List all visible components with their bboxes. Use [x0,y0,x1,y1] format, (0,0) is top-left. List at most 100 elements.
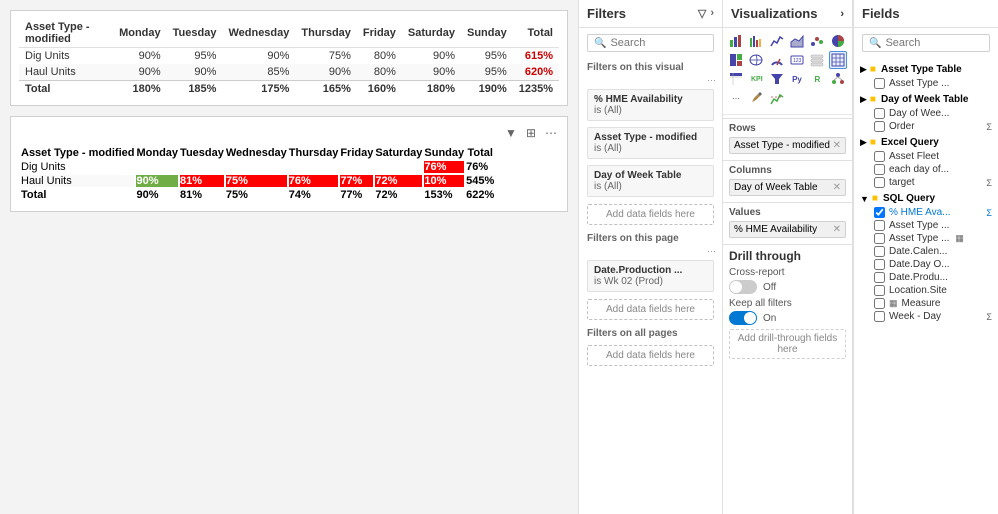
field-item-assetfleet: Asset Fleet [854,150,998,163]
add-data-fields-page[interactable]: Add data fields here [587,299,714,320]
viz-kpi-icon[interactable]: KPI [747,70,765,88]
viz-line-chart-icon[interactable] [768,32,786,50]
filter-item-dayofweek[interactable]: Day of Week Table is (All) [587,165,714,197]
expand-icon: ▶ [860,64,867,75]
fields-search-input[interactable] [885,37,983,49]
field-group-excel: ▶ ■ Excel Query Asset Fleet each day of.… [854,135,998,189]
field-locationsite-checkbox[interactable] [874,285,885,296]
keep-filters-label: Keep all filters [729,298,846,309]
viz-funnel-icon[interactable] [768,70,786,88]
filter-assettype-value: is (All) [594,143,707,154]
cross-report-toggle-row: Off [729,280,846,294]
filters-search-box[interactable]: 🔍 [587,34,714,52]
field-datecalen-checkbox[interactable] [874,246,885,257]
field-group-sql-header[interactable]: ▼ ■ SQL Query [854,191,998,206]
filter-item-hme[interactable]: % HME Availability is (All) [587,89,714,121]
filter-page-menu[interactable]: ⋯ [579,246,722,257]
keep-filters-toggle[interactable] [729,311,757,325]
field-eachdayof-checkbox[interactable] [874,164,885,175]
table2-panel: ▼ ⊞ ⋯ Asset Type - modified Monday Tuesd… [10,116,568,212]
viz-values-field-pill[interactable]: % HME Availability ✕ [729,221,846,238]
values-field-remove-icon[interactable]: ✕ [833,224,841,235]
filter-clear-icon[interactable]: ▽ [698,7,706,20]
viz-pie-icon[interactable] [829,32,847,50]
viz-rows-field-pill[interactable]: Asset Type - modified ✕ [729,137,846,154]
field-group-excel-header[interactable]: ▶ ■ Excel Query [854,135,998,150]
field-sqlassettype2-checkbox[interactable] [874,233,885,244]
viz-header: Visualizations › [723,0,852,28]
viz-format-icon[interactable] [747,89,765,107]
fields-search-box[interactable]: 🔍 [862,34,990,52]
add-data-fields-visual[interactable]: Add data fields here [587,204,714,225]
filter-expand-icon[interactable]: › [710,7,714,20]
field-sqlassettype1-checkbox[interactable] [874,220,885,231]
total-row: Total 180% 185% 175% 165% 160% 180% 190%… [19,81,559,98]
cell: 90% [402,48,461,65]
cell [289,161,339,173]
col-tuesday: Tuesday [167,19,223,48]
filter-hme-value: is (All) [594,105,707,116]
viz-rows-section: Rows Asset Type - modified ✕ [723,118,852,160]
cell: 90% [222,48,295,65]
viz-expand-icon[interactable]: › [840,8,844,20]
filter-dateprod-value: is Wk 02 (Prod) [594,276,707,287]
add-drill-fields[interactable]: Add drill-through fields here [729,329,846,359]
filters-on-page-label: Filters on this page [579,229,722,246]
filter-section-menu[interactable]: ⋯ [579,75,722,86]
field-hmeavail-label: % HME Ava... [889,207,951,218]
more-icon[interactable]: ⋯ [543,125,559,141]
field-datedayo-checkbox[interactable] [874,259,885,270]
viz-decomp-icon[interactable] [829,70,847,88]
field-dayofweek-checkbox[interactable] [874,108,885,119]
search-icon: 🔍 [594,38,606,49]
viz-analytics-icon[interactable] [768,89,786,107]
fit-icon[interactable]: ⊞ [523,125,539,141]
viz-map-icon[interactable] [747,51,765,69]
viz-slicer-icon[interactable] [808,51,826,69]
rows-field-remove-icon[interactable]: ✕ [833,140,841,151]
field-group-dayofweek-header[interactable]: ▶ ■ Day of Week Table [854,92,998,107]
viz-gauge-icon[interactable] [768,51,786,69]
field-assetfleet-checkbox[interactable] [874,151,885,162]
viz-card-icon[interactable]: 123 [788,51,806,69]
field-target-checkbox[interactable] [874,177,885,188]
viz-columns-field-label: Day of Week Table [734,182,818,193]
filter-item-asset-type[interactable]: Asset Type - modified is (All) [587,127,714,159]
field-order-checkbox[interactable] [874,121,885,132]
viz-clustered-bar-icon[interactable] [747,32,765,50]
viz-treemap-icon[interactable] [727,51,745,69]
viz-rows-label: Rows [729,123,846,134]
viz-more-icon[interactable]: ⋯ [727,89,745,107]
viz-scatter-icon[interactable] [808,32,826,50]
field-datedayo-label: Date.Day O... [889,259,950,270]
viz-table-icon[interactable] [829,51,847,69]
viz-bar-chart-icon[interactable] [727,32,745,50]
field-group-assettype-header[interactable]: ▶ ■ Asset Type Table [854,62,998,77]
table-row: Dig Units 90% 95% 90% 75% 80% 90% 95% 61… [19,48,559,65]
cell: 90% [113,64,167,81]
keep-filters-toggle-row: On [729,311,846,325]
cell [226,161,287,173]
columns-field-remove-icon[interactable]: ✕ [833,182,841,193]
col-thursday: Thursday [295,19,357,48]
field-dateprodu-checkbox[interactable] [874,272,885,283]
cell: 77% [340,189,373,201]
field-weekday-checkbox[interactable] [874,311,885,322]
table-icon: ■ [870,64,876,75]
viz-python-icon[interactable]: Py [788,70,806,88]
viz-area-chart-icon[interactable] [788,32,806,50]
keep-filters-state: On [763,313,776,324]
field-measure-checkbox[interactable] [874,298,885,309]
field-assettype1-checkbox[interactable] [874,78,885,89]
viz-columns-field-pill[interactable]: Day of Week Table ✕ [729,179,846,196]
field-group-assettype-table-label: Asset Type Table [881,64,962,75]
add-data-fields-all[interactable]: Add data fields here [587,345,714,366]
viz-matrix-icon[interactable] [727,70,745,88]
filter-icon[interactable]: ▼ [503,125,519,141]
cross-report-toggle[interactable] [729,280,757,294]
filters-search-input[interactable] [610,37,707,49]
cell: 80% [357,64,402,81]
filter-item-date-prod[interactable]: Date.Production ... is Wk 02 (Prod) [587,260,714,292]
field-hmeavail-checkbox[interactable] [874,207,885,218]
viz-r-icon[interactable]: R [808,70,826,88]
